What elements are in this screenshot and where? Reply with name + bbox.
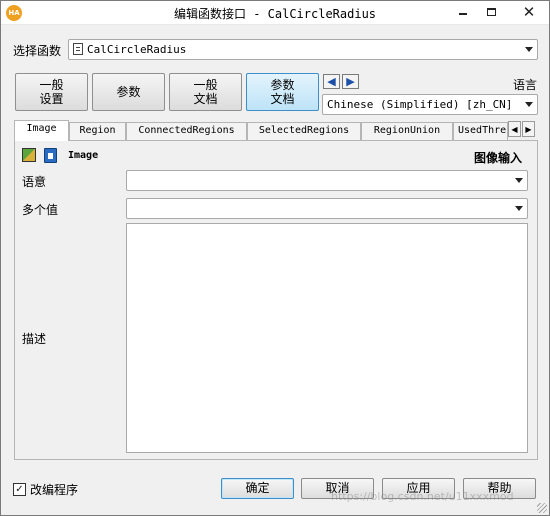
description-textarea[interactable] bbox=[126, 223, 528, 453]
multi-value-label: 多个值 bbox=[22, 203, 59, 217]
modify-program-checkbox[interactable]: ✓ bbox=[13, 483, 26, 496]
semantics-select[interactable] bbox=[126, 170, 528, 191]
minimize-button[interactable] bbox=[449, 1, 477, 23]
chevron-down-icon bbox=[525, 102, 533, 107]
edit-function-interface-window: HA 编辑函数接口 - CalCircleRadius ✕ 选择函数 CalCi… bbox=[0, 0, 550, 516]
help-button[interactable]: 帮助 bbox=[463, 478, 536, 499]
minimize-icon bbox=[459, 13, 467, 15]
language-select-value: Chinese (Simplified) [zh_CN] bbox=[327, 98, 513, 111]
language-select[interactable]: Chinese (Simplified) [zh_CN] bbox=[322, 94, 538, 115]
chevron-down-icon bbox=[515, 206, 523, 211]
resize-grip-icon[interactable] bbox=[537, 503, 547, 513]
arrow-right-icon: ▶ bbox=[346, 75, 355, 88]
parameter-name: Image bbox=[68, 150, 99, 161]
parameter-docs-button[interactable]: 参数 文档 bbox=[246, 73, 319, 111]
function-select[interactable]: CalCircleRadius bbox=[68, 39, 538, 60]
tab-scroll-right-button[interactable]: ▶ bbox=[522, 121, 535, 137]
close-button[interactable]: ✕ bbox=[509, 1, 549, 23]
semantics-label: 语意 bbox=[22, 175, 47, 189]
tab-image[interactable]: Image bbox=[14, 120, 69, 141]
maximize-icon bbox=[486, 8, 496, 16]
language-label: 语言 bbox=[513, 78, 538, 92]
description-label: 描述 bbox=[22, 332, 47, 346]
image-icon bbox=[22, 148, 36, 162]
apply-button[interactable]: 应用 bbox=[382, 478, 455, 499]
tab-region-union[interactable]: RegionUnion bbox=[361, 122, 453, 140]
tab-scroll-left-button[interactable]: ◀ bbox=[508, 121, 521, 137]
general-settings-button[interactable]: 一般 设置 bbox=[15, 73, 88, 111]
parameters-button[interactable]: 参数 bbox=[92, 73, 165, 111]
maximize-button[interactable] bbox=[477, 1, 505, 23]
parameter-kind: 图像输入 bbox=[474, 151, 523, 165]
ok-button[interactable]: 确定 bbox=[221, 478, 294, 499]
tab-used-threshold[interactable]: UsedThreshold bbox=[453, 122, 508, 140]
arrow-left-icon: ◀ bbox=[511, 124, 518, 134]
parameter-tabs: Image Region ConnectedRegions SelectedRe… bbox=[14, 120, 538, 141]
function-select-value: CalCircleRadius bbox=[87, 43, 187, 56]
checkmark-icon: ✓ bbox=[15, 483, 24, 495]
clipboard-icon bbox=[44, 148, 57, 163]
tab-connected-regions[interactable]: ConnectedRegions bbox=[126, 122, 247, 140]
arrow-left-icon: ◀ bbox=[327, 75, 336, 88]
cancel-button[interactable]: 取消 bbox=[301, 478, 374, 499]
next-arrow-button[interactable]: ▶ bbox=[342, 74, 359, 89]
close-icon: ✕ bbox=[522, 3, 536, 21]
tab-selected-regions[interactable]: SelectedRegions bbox=[247, 122, 361, 140]
chevron-down-icon bbox=[515, 178, 523, 183]
arrow-right-icon: ▶ bbox=[525, 124, 532, 134]
modify-program-checkbox-row[interactable]: ✓ 改编程序 bbox=[13, 481, 78, 498]
prev-arrow-button[interactable]: ◀ bbox=[323, 74, 340, 89]
multi-value-select[interactable] bbox=[126, 198, 528, 219]
document-icon bbox=[73, 43, 83, 55]
modify-program-label: 改编程序 bbox=[30, 483, 79, 497]
general-docs-button[interactable]: 一般 文档 bbox=[169, 73, 242, 111]
select-function-label: 选择函数 bbox=[13, 44, 62, 58]
chevron-down-icon bbox=[525, 47, 533, 52]
tab-region[interactable]: Region bbox=[69, 122, 126, 140]
title-bar[interactable]: HA 编辑函数接口 - CalCircleRadius ✕ bbox=[1, 1, 549, 25]
